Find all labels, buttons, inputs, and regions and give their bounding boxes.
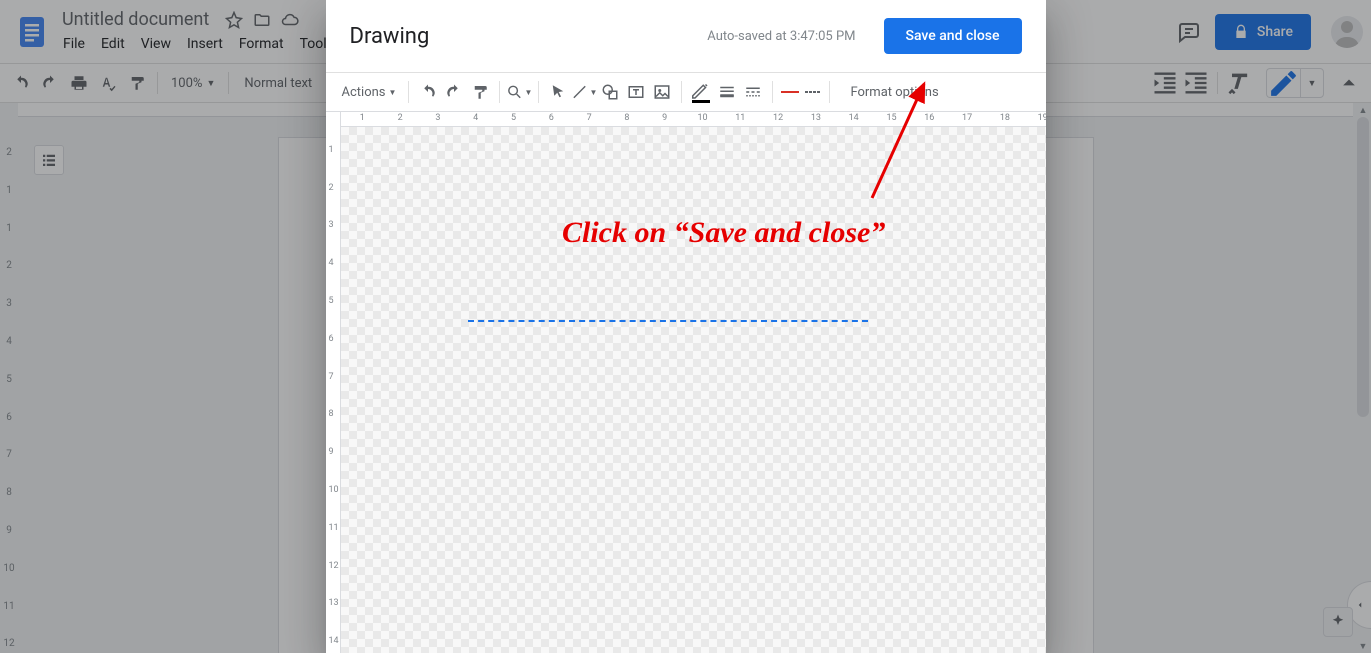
text-box-icon[interactable]	[623, 79, 649, 105]
modal-overlay: Drawing Auto-saved at 3:47:05 PM Save an…	[0, 0, 1371, 653]
drawing-vertical-ruler[interactable]: 1234567891011121314	[326, 112, 341, 653]
dialog-title: Drawing	[350, 24, 430, 49]
drawing-canvas[interactable]	[341, 127, 1046, 653]
drawing-dialog: Drawing Auto-saved at 3:47:05 PM Save an…	[326, 0, 1046, 653]
zoom-icon[interactable]: ▼	[506, 79, 532, 105]
shape-tool-icon[interactable]	[597, 79, 623, 105]
paint-format-icon[interactable]	[467, 79, 493, 105]
select-tool-icon[interactable]	[545, 79, 571, 105]
line-end-icon[interactable]	[801, 81, 823, 103]
line-tool-icon[interactable]: ▼	[571, 79, 597, 105]
actions-menu[interactable]: Actions▼	[336, 81, 403, 104]
save-and-close-button[interactable]: Save and close	[884, 18, 1022, 54]
line-color-icon[interactable]	[688, 79, 714, 105]
line-dash-icon[interactable]	[740, 79, 766, 105]
format-options-button[interactable]: Format options	[850, 85, 938, 100]
line-weight-icon[interactable]	[714, 79, 740, 105]
autosave-label: Auto-saved at 3:47:05 PM	[707, 29, 855, 44]
drawn-line-object[interactable]	[468, 320, 868, 322]
redo-icon[interactable]	[441, 79, 467, 105]
drawing-horizontal-ruler[interactable]: 12345678910111213141516171819	[341, 112, 1046, 127]
drawing-toolbar: Actions▼ ▼ ▼ Format options	[326, 72, 1046, 112]
image-tool-icon[interactable]	[649, 79, 675, 105]
undo-icon[interactable]	[415, 79, 441, 105]
line-start-icon[interactable]	[779, 81, 801, 103]
